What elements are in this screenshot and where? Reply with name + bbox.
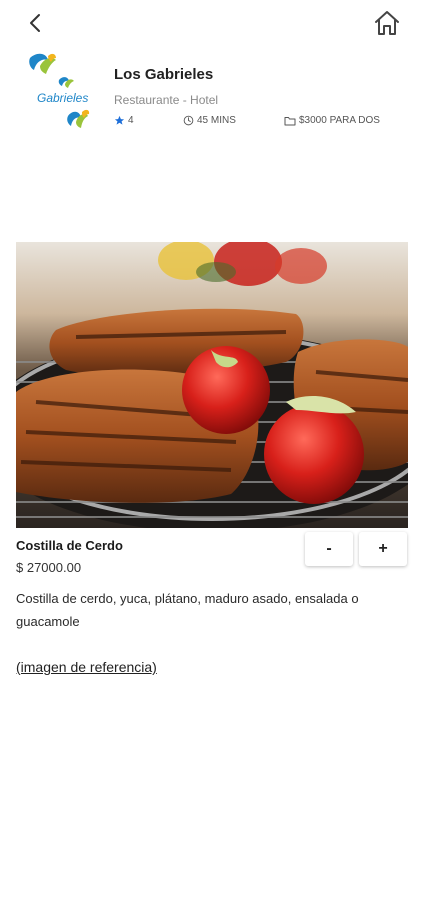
restaurant-meta: 4 45 MINS $3000 PARA DOS [114, 115, 404, 131]
increase-quantity-button[interactable]: + [359, 532, 407, 566]
dish-price: $ 27000.00 [16, 560, 82, 575]
clock-icon [183, 115, 194, 126]
price-for-two: $3000 PARA DOS [284, 115, 380, 126]
dish-photo [16, 242, 408, 528]
rating: 4 [114, 115, 134, 126]
restaurant-subtitle: Restaurante - Hotel [114, 93, 219, 107]
home-icon [375, 11, 399, 35]
reference-image-link[interactable]: (imagen de referencia) [16, 659, 157, 675]
wallet-icon [284, 117, 296, 126]
delivery-time: 45 MINS [183, 115, 236, 126]
back-button[interactable] [22, 10, 48, 36]
dish-name: Costilla de Cerdo [16, 538, 123, 553]
price-for-two-value: $3000 PARA DOS [299, 115, 380, 126]
restaurant-header: Gabrieles Los Gabrieles Restaurante - Ho… [0, 46, 422, 136]
time-value: 45 MINS [197, 115, 236, 126]
star-icon [114, 115, 125, 125]
chevron-left-icon [30, 14, 40, 32]
rating-value: 4 [128, 115, 134, 126]
restaurant-name: Los Gabrieles [114, 66, 214, 83]
decrease-quantity-button[interactable]: - [305, 532, 353, 566]
top-bar [0, 0, 422, 46]
dish-description: Costilla de cerdo, yuca, plátano, maduro… [16, 591, 359, 629]
logo-text: Gabrieles [37, 91, 88, 105]
restaurant-logo: Gabrieles [26, 50, 96, 134]
home-button[interactable] [372, 8, 402, 38]
